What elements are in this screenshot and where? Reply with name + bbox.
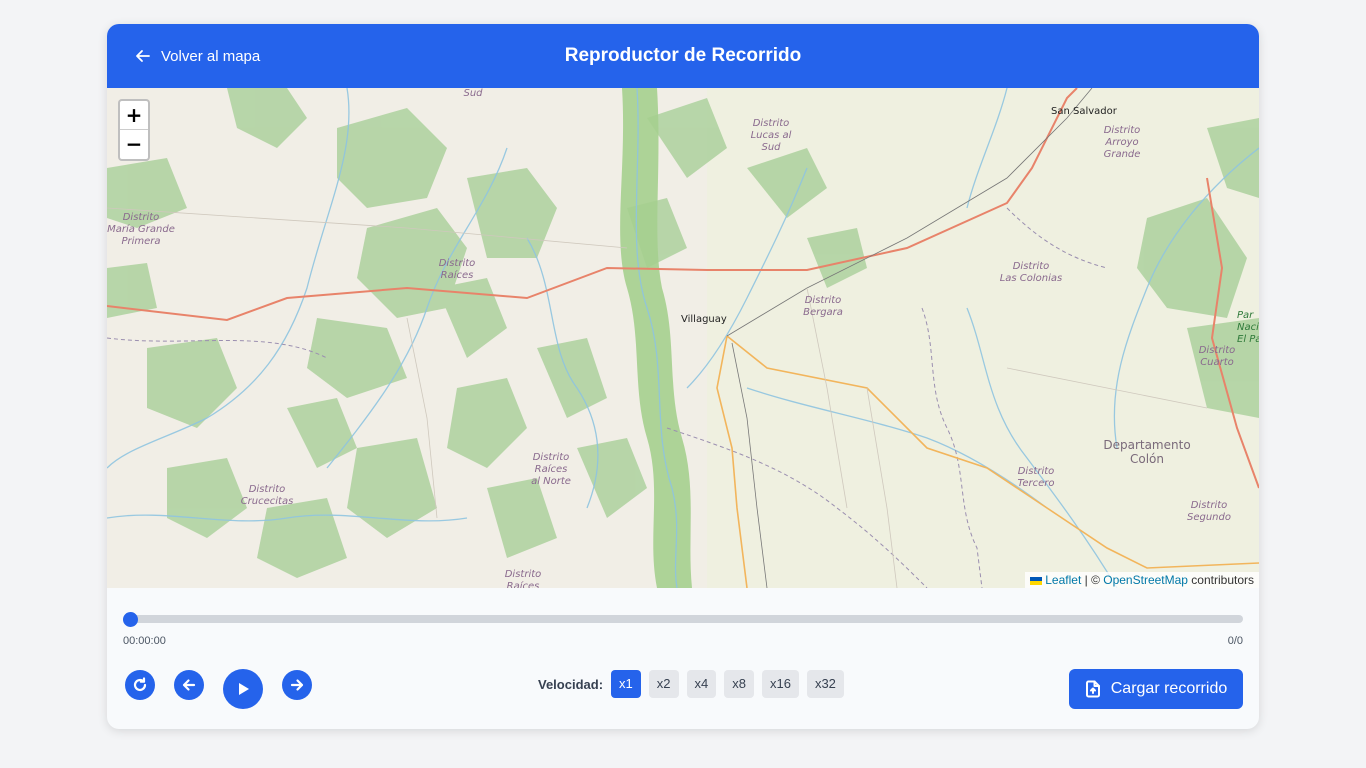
attribution-separator: | © <box>1081 573 1104 587</box>
ukraine-flag-icon <box>1030 576 1043 585</box>
map-label-tercero: Distrito Tercero <box>1017 466 1055 489</box>
map-label-segundo: Distrito Segundo <box>1187 500 1231 523</box>
progress-track[interactable] <box>123 615 1243 623</box>
speed-x32-button[interactable]: x32 <box>806 670 844 698</box>
speed-x8-button[interactable]: x8 <box>724 670 754 698</box>
map-label-arroyo-grande: Distrito Arroyo Grande <box>1103 125 1141 160</box>
file-upload-icon <box>1085 680 1100 698</box>
step-back-button[interactable] <box>174 670 204 700</box>
player-card: Volver al mapa Reproductor de Recorrido <box>107 24 1259 729</box>
map-attribution: Leaflet | © OpenStreetMap contributors <box>1025 572 1259 588</box>
progress-thumb[interactable] <box>123 612 138 627</box>
restart-button[interactable] <box>125 670 155 700</box>
speed-label: Velocidad: <box>538 676 604 692</box>
map-label-bergara: Distrito Bergara <box>803 295 843 318</box>
leaflet-link[interactable]: Leaflet <box>1045 573 1081 587</box>
arrow-left-icon <box>182 679 196 691</box>
play-button[interactable] <box>223 669 263 709</box>
map-view[interactable]: Sud San Salvador Distrito Lucas al Sud D… <box>107 88 1259 588</box>
map-label-sud: Sud <box>463 88 483 99</box>
map-label-crucecitas: Distrito Crucecitas <box>240 484 294 507</box>
map-label-parque: Par Naci El Pa <box>1237 310 1259 345</box>
point-counter: 0/0 <box>1227 635 1243 647</box>
map-tiles <box>107 88 1259 588</box>
page-title: Reproductor de Recorrido <box>564 45 802 66</box>
speed-selector: Velocidad: x1 x2 x4 x8 x16 x32 <box>538 669 844 699</box>
map-label-villaguay: Villaguay <box>681 314 727 325</box>
zoom-in-button[interactable]: + <box>120 101 148 130</box>
step-forward-button[interactable] <box>282 670 312 700</box>
map-label-maria-grande: Distrito María Grande Primera <box>107 212 175 247</box>
osm-link[interactable]: OpenStreetMap <box>1103 573 1188 587</box>
play-icon <box>239 683 249 695</box>
header-bar: Volver al mapa Reproductor de Recorrido <box>107 24 1259 88</box>
map-label-las-colonias: Distrito Las Colonias <box>999 261 1063 284</box>
attribution-suffix: contributors <box>1187 573 1254 587</box>
load-route-label: Cargar recorrido <box>1110 680 1228 697</box>
zoom-control: + − <box>118 99 150 161</box>
map-label-raices-bottom: Distrito Raíces <box>504 569 542 588</box>
speed-x4-button[interactable]: x4 <box>686 670 717 698</box>
map-label-san-salvador: San Salvador <box>1051 106 1117 117</box>
map-label-raices: Distrito Raíces <box>438 258 476 281</box>
arrow-right-icon <box>290 679 304 691</box>
player-controls: 00:00:00 0/0 Velocidad: x1 x2 x4 x8 x16 … <box>107 588 1259 729</box>
speed-x16-button[interactable]: x16 <box>761 670 799 698</box>
zoom-out-button[interactable]: − <box>120 130 148 159</box>
map-label-departamento-colon: Departamento Colón <box>1103 438 1191 466</box>
map-label-raices-al-norte: Distrito Raíces al Norte <box>531 452 571 487</box>
speed-x2-button[interactable]: x2 <box>648 670 679 698</box>
load-route-button[interactable]: Cargar recorrido <box>1069 669 1243 709</box>
speed-x1-button[interactable]: x1 <box>611 670 641 698</box>
map-label-lucas-al-sud: Distrito Lucas al Sud <box>750 118 792 153</box>
map-label-cuarto: Distrito Cuarto <box>1198 345 1236 368</box>
current-time: 00:00:00 <box>123 635 166 647</box>
restart-icon <box>133 677 147 692</box>
